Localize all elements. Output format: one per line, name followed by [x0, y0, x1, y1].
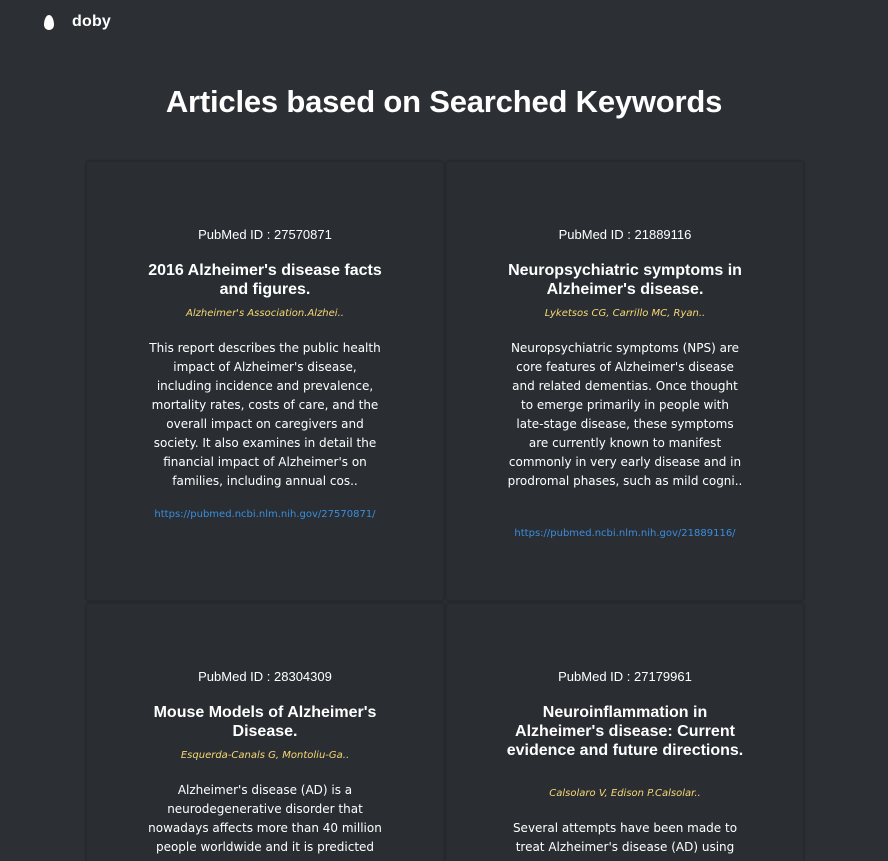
pubmed-id: PubMed ID : 28304309	[198, 669, 332, 684]
article-abstract: Neuropsychiatric symptoms (NPS) are core…	[507, 341, 743, 488]
pubmed-id-label: PubMed ID	[198, 669, 264, 684]
article-authors: Lyketsos CG, Carrillo MC, Ryan..	[544, 308, 706, 319]
pubmed-id-value: 27179961	[634, 669, 692, 684]
pubmed-id: PubMed ID : 27570871	[198, 227, 332, 242]
article-authors: Alzheimer's Association.Alzhei..	[186, 308, 344, 319]
article-title: Mouse Models of Alzheimer's Disease.	[153, 704, 377, 740]
pubmed-id: PubMed ID : 27179961	[558, 669, 692, 684]
pubmed-id-label: PubMed ID	[558, 669, 624, 684]
brand-link[interactable]: doby	[72, 13, 111, 31]
pubmed-id-value: 21889116	[634, 227, 692, 242]
article-abstract: Alzheimer's disease (AD) is a neurodegen…	[148, 783, 382, 854]
article-card: PubMed ID : 27570871 2016 Alzheimer's di…	[86, 161, 444, 601]
article-link[interactable]: https://pubmed.ncbi.nlm.nih.gov/21889116…	[505, 526, 745, 542]
egg-icon[interactable]	[43, 14, 55, 31]
article-title: 2016 Alzheimer's disease facts and figur…	[148, 262, 382, 298]
pubmed-id-label: PubMed ID	[558, 227, 624, 242]
page-title: Articles based on Searched Keywords	[165, 84, 723, 119]
article-title: Neuropsychiatric symptoms in Alzheimer's…	[508, 262, 742, 298]
navbar: doby	[0, 0, 888, 44]
pubmed-id-label: PubMed ID	[198, 227, 264, 242]
article-title: Neuroinflammation in Alzheimer's disease…	[506, 704, 744, 759]
article-card: PubMed ID : 27179961 Neuroinflammation i…	[446, 603, 804, 861]
pubmed-id-value: 27570871	[274, 227, 332, 242]
pubmed-id: PubMed ID : 21889116	[558, 227, 692, 242]
article-card: PubMed ID : 21889116 Neuropsychiatric sy…	[446, 161, 804, 601]
article-card: PubMed ID : 28304309 Mouse Models of Alz…	[86, 603, 444, 861]
article-link[interactable]: https://pubmed.ncbi.nlm.nih.gov/27570871…	[145, 507, 385, 523]
article-abstract: Several attempts have been made to treat…	[512, 821, 738, 854]
article-abstract: This report describes the public health …	[149, 341, 381, 488]
article-authors: Esquerda-Canals G, Montoliu-Ga..	[180, 750, 350, 761]
pubmed-id-value: 28304309	[274, 669, 332, 684]
article-authors: Calsolaro V, Edison P.Calsolar..	[549, 788, 701, 799]
